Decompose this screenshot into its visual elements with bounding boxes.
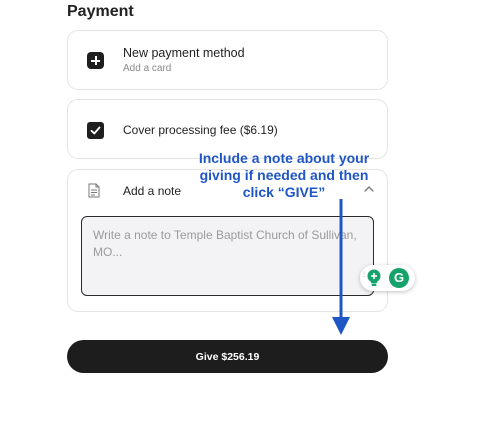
grammarly-letter: G <box>393 270 405 285</box>
new-payment-method-subtitle: Add a card <box>123 63 172 74</box>
note-icon <box>88 183 100 198</box>
new-payment-method-title: New payment method <box>123 46 245 60</box>
arrow-down-icon <box>332 199 350 335</box>
instruction-annotation: Include a note about your giving if need… <box>198 150 370 200</box>
plus-icon <box>87 52 104 69</box>
add-note-toggle[interactable]: Add a note <box>123 184 181 198</box>
grammarly-widget[interactable]: ⋮ G <box>360 265 415 291</box>
cover-fee-checkbox[interactable] <box>87 122 104 139</box>
lightbulb-icon[interactable] <box>366 269 382 287</box>
cover-fee-label: Cover processing fee ($6.19) <box>123 123 278 137</box>
drag-handle-icon[interactable]: ⋮ <box>361 272 367 278</box>
payment-section-title: Payment <box>67 3 134 20</box>
checkmark-icon <box>90 126 101 135</box>
new-payment-method-option[interactable]: New payment method Add a card <box>67 30 388 90</box>
grammarly-icon[interactable]: G <box>389 268 409 288</box>
give-button[interactable]: Give $256.19 <box>67 340 388 373</box>
